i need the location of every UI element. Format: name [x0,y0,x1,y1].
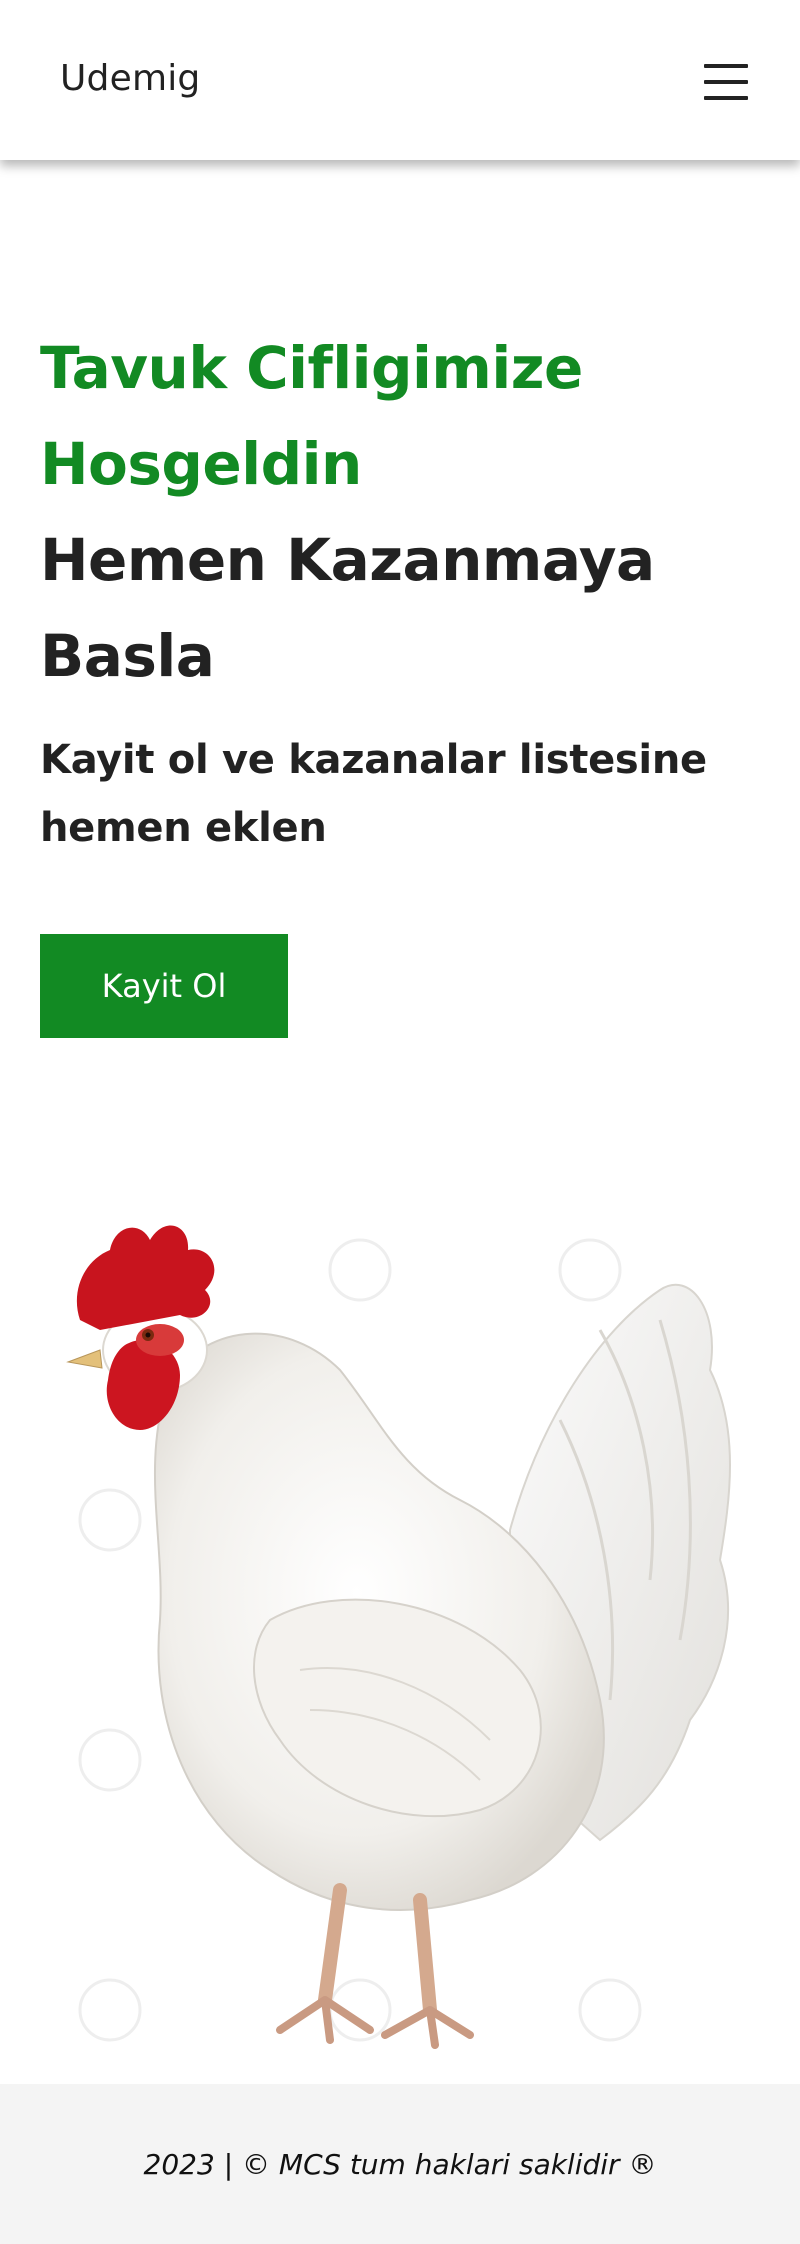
footer: 2023 | © MCS tum haklari saklidir ® [0,2084,800,2244]
hero-heading: Tavuk Cifligimize Hosgeldin Hemen Kazanm… [40,320,740,704]
hero-title-start: Hemen Kazanmaya Basla [40,526,655,690]
hero-section: Tavuk Cifligimize Hosgeldin Hemen Kazanm… [40,320,740,862]
menu-bar-bottom [704,96,748,100]
rooster-image [40,1200,740,2080]
rooster-beak [66,1349,103,1369]
navbar: Udemig [0,0,800,160]
register-button[interactable]: Kayit Ol [40,934,288,1038]
hero-title-welcome: Tavuk Cifligimize Hosgeldin [40,334,583,498]
hamburger-menu-icon[interactable] [702,60,750,104]
rooster-comb [76,1225,215,1330]
hero-subtitle: Kayit ol ve kazanalar listesine hemen ek… [40,737,707,851]
menu-bar-top [704,64,748,68]
menu-bar-middle [704,80,748,84]
brand-logo-link[interactable]: Udemig [60,58,200,99]
footer-copyright: 2023 | © MCS tum haklari saklidir ® [143,2147,657,2181]
